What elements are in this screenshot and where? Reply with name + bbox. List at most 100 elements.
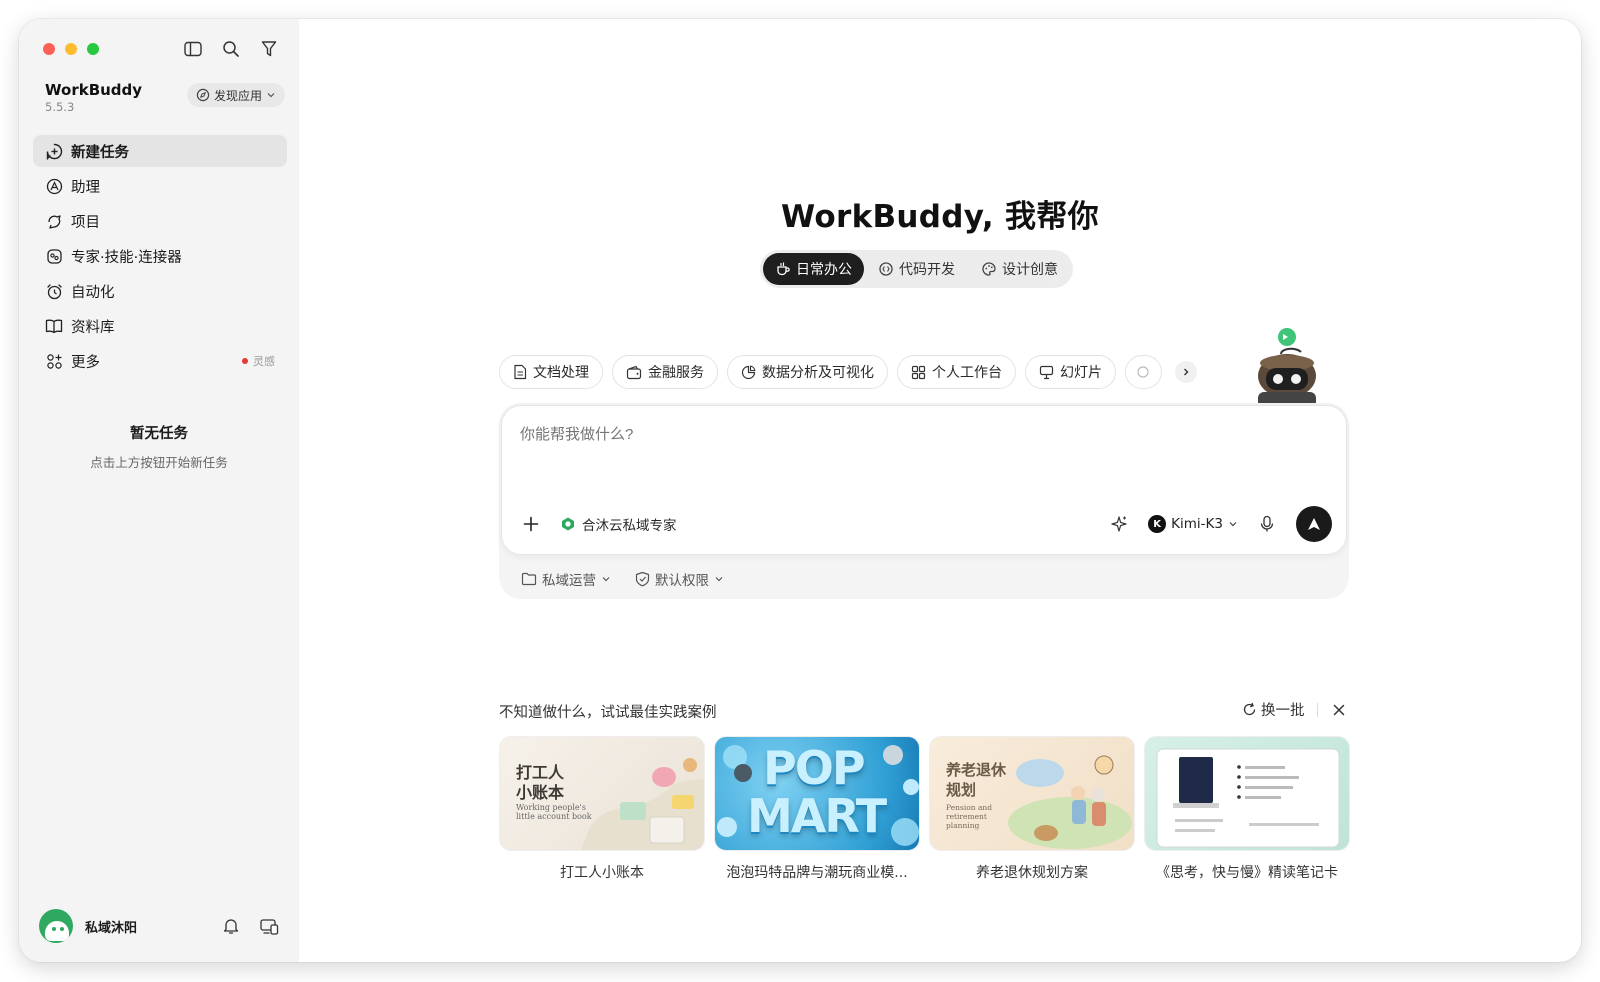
case-label: 《思考，快与慢》精读笔记卡 [1156,865,1338,881]
thumb-subtitle-line-3: planning [946,821,980,830]
thumb-subtitle-line-2: retirement [946,812,987,821]
cases-section-title: 不知道做什么，试试最佳实践案例 [499,705,717,721]
sidebar-item-library[interactable]: 资料库 [33,310,287,342]
plus-icon [523,516,539,532]
book-icon [45,317,63,335]
case-card[interactable]: POP MART 泡泡玛特品牌与潮玩商业模... [714,736,920,882]
close-cases-button[interactable] [1330,701,1348,719]
quick-chips: 文档处理 金融服务 数据分析及可视化 个人工作台 幻灯片 [499,355,1197,389]
sidebar-item-new-task[interactable]: 新建任务 [33,135,287,167]
window-controls [43,43,99,55]
chevron-down-icon [267,93,275,98]
chip-slides[interactable]: 幻灯片 [1025,355,1116,389]
sidebar-item-label: 新建任务 [71,144,129,161]
sidebar-item-projects[interactable]: 项目 [33,205,287,237]
model-name: Kimi-K3 [1171,516,1223,532]
kimi-logo-icon: K [1148,515,1167,533]
notification-dot [242,358,248,364]
devices-icon[interactable] [259,916,279,936]
case-card[interactable]: 《思考，快与慢》精读笔记卡 [1144,736,1350,882]
avatar[interactable] [39,909,73,943]
tab-label: 日常办公 [796,262,852,278]
permission-selector[interactable]: 默认权限 [635,569,724,589]
filter-icon[interactable] [259,39,279,59]
main-panel: WorkBuddy, 我帮你 日常办公 代码开发 设计创意 文档处理 金融服务 … [299,19,1581,962]
palette-icon [982,262,996,276]
sidebar-item-more[interactable]: 更多 灵感 [33,345,287,377]
tab-design[interactable]: 设计创意 [969,253,1070,285]
chips-next-button[interactable] [1175,361,1197,383]
send-button[interactable] [1296,506,1332,542]
compass-icon [196,88,210,102]
at-code-icon [879,262,893,276]
chip-label: 金融服务 [648,365,704,381]
thumb-text-line-2: MART [747,789,887,843]
case-card[interactable]: 养老退休 规划 Pension and retirement planning [929,736,1135,882]
more-icon [45,352,63,370]
thumb-subtitle-line-1: Pension and [946,803,993,812]
case-thumbnail: 养老退休 规划 Pension and retirement planning [929,736,1135,851]
sidebar-toggle-icon[interactable] [183,39,203,59]
assistant-icon [45,177,63,195]
sparkle-icon[interactable] [1108,513,1130,535]
cases-toolbar: 换一批 [1242,699,1348,720]
send-arrow-icon [1308,518,1320,530]
add-attachment-button[interactable] [516,509,546,539]
expert-label: 合沐云私域专家 [582,518,677,534]
folder-icon [521,572,537,586]
minimize-window-button[interactable] [65,43,77,55]
model-selector[interactable]: K Kimi-K3 [1148,515,1238,533]
zoom-window-button[interactable] [87,43,99,55]
sidebar-item-label: 自动化 [71,284,115,301]
case-thumbnail: 打工人 小账本 Working people's little account … [499,736,705,851]
case-label: 养老退休规划方案 [976,865,1088,881]
tab-daily-office[interactable]: 日常办公 [763,253,864,285]
sidebar-item-label: 项目 [71,214,100,231]
grid-icon [911,365,926,379]
sidebar-item-assistant[interactable]: 助理 [33,170,287,202]
inspiration-badge[interactable]: 灵感 [242,353,275,369]
chip-document[interactable]: 文档处理 [499,355,603,389]
workspace-selector[interactable]: 私域运营 [521,569,611,589]
page-title: WorkBuddy, 我帮你 [781,199,1099,235]
microphone-icon[interactable] [1256,513,1278,535]
case-card[interactable]: 打工人 小账本 Working people's little account … [499,736,705,882]
chip-data-analysis[interactable]: 数据分析及可视化 [727,355,888,389]
sidebar-item-experts[interactable]: 专家·技能·连接器 [33,240,287,272]
empty-tasks-title: 暂无任务 [130,426,188,442]
project-icon [45,212,63,230]
chip-more-partial[interactable] [1125,355,1162,389]
chip-finance[interactable]: 金融服务 [612,355,718,389]
chevron-down-icon [1229,522,1237,527]
app-window: WorkBuddy 5.5.3 发现应用 新建任务 助理 项目 专家·技能·连接… [19,19,1581,962]
tab-code-dev[interactable]: 代码开发 [866,253,967,285]
search-icon[interactable] [221,39,241,59]
prompt-input[interactable] [520,426,1120,443]
sidebar-item-label: 资料库 [71,319,115,336]
sidebar-nav: 新建任务 助理 项目 专家·技能·连接器 自动化 资料库 更多 灵感 [33,135,287,380]
coffee-icon [777,262,790,276]
sidebar-item-label: 助理 [71,179,100,196]
inspiration-badge-label: 灵感 [253,355,275,368]
discover-apps-label: 发现应用 [214,88,263,103]
tab-label: 设计创意 [1002,262,1058,278]
expert-selector[interactable]: 合沐云私域专家 [560,514,677,534]
presentation-icon [1039,365,1054,379]
chip-label: 文档处理 [533,365,589,381]
sidebar-item-automation[interactable]: 自动化 [33,275,287,307]
case-thumbnail [1144,736,1350,851]
case-cards: 打工人 小账本 Working people's little account … [499,736,1350,882]
composer-toolbar: 合沐云私域专家 K Kimi-K3 [516,506,1332,542]
pie-chart-icon [741,365,756,379]
case-label: 打工人小账本 [560,865,644,881]
chip-workspace[interactable]: 个人工作台 [897,355,1016,389]
thumb-title-line-1: 养老退休 [946,761,1007,779]
composer-container: 合沐云私域专家 K Kimi-K3 [499,403,1349,599]
user-name[interactable]: 私域沐阳 [85,917,137,936]
close-window-button[interactable] [43,43,55,55]
bell-icon[interactable] [221,916,241,936]
discover-apps-button[interactable]: 发现应用 [187,83,286,107]
refresh-cases-button[interactable]: 换一批 [1242,699,1305,720]
chevron-down-icon [715,577,723,582]
refresh-icon [1243,702,1256,716]
